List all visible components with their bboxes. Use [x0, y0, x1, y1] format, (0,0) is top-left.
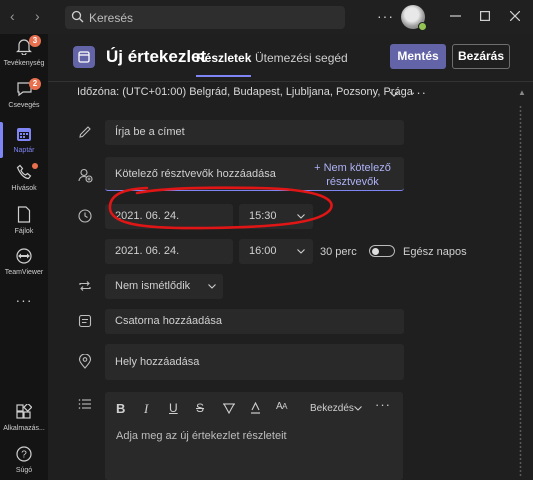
rail-item-label: Fájlok [14, 228, 34, 235]
required-attendees-input[interactable]: Kötelező résztvevők hozzáadása [115, 168, 276, 180]
scrollbar-track[interactable] [519, 106, 522, 476]
close-button[interactable]: Bezárás [452, 44, 510, 69]
rail-item-label: Naptár [13, 147, 35, 154]
save-button[interactable]: Mentés [390, 44, 446, 69]
start-time-value: 15:30 [249, 210, 277, 222]
optional-attendees-label-line1: + Nem kötelező [314, 162, 391, 174]
activity-badge: 3 [29, 35, 41, 47]
repeat-select[interactable]: Nem ismétlődik [105, 274, 223, 299]
tab-details[interactable]: Részletek [196, 51, 252, 77]
pencil-icon [79, 126, 91, 138]
rail-item-apps[interactable]: Alkalmazás... [0, 402, 48, 432]
highlight-icon[interactable] [223, 403, 235, 414]
location-input[interactable]: Hely hozzáadása [105, 344, 404, 380]
more-options-icon[interactable]: ··· [411, 85, 427, 100]
rail-more-apps[interactable]: ··· [0, 292, 48, 308]
rail-item-label: Tevékenység [3, 60, 45, 67]
presence-status-icon [418, 22, 427, 31]
clock-icon [78, 209, 92, 223]
title-placeholder: Írja be a címet [115, 126, 185, 138]
details-placeholder[interactable]: Adja meg az új értekezlet részleteit [116, 430, 287, 442]
optional-attendees-label-line2: résztvevők [326, 176, 379, 188]
underline-icon[interactable]: U [169, 401, 178, 415]
duration-label: 30 perc [320, 246, 357, 258]
minimize-icon[interactable] [450, 15, 461, 17]
channel-input[interactable]: Csatorna hozzáadása [105, 309, 404, 334]
search-box[interactable]: Keresés [65, 6, 345, 29]
svg-text:?: ? [21, 450, 27, 461]
scroll-up-icon[interactable]: ▲ [518, 88, 526, 97]
start-date-picker[interactable]: 2021. 06. 24. [105, 204, 233, 229]
back-arrow-icon[interactable]: ‹ [10, 8, 15, 24]
italic-icon[interactable]: I [144, 401, 148, 417]
forward-arrow-icon[interactable]: › [35, 8, 40, 24]
rail-item-label: Alkalmazás... [3, 425, 45, 432]
page-title: Új értekezlet [106, 47, 207, 66]
chevron-down-icon[interactable] [354, 406, 362, 411]
teamviewer-icon [16, 248, 32, 264]
end-time-select[interactable]: 16:00 [239, 239, 313, 264]
calendar-icon [17, 128, 31, 141]
end-date-value: 2021. 06. 24. [115, 245, 180, 257]
start-date-value: 2021. 06. 24. [115, 210, 180, 222]
header-divider [48, 81, 533, 82]
bold-icon[interactable]: B [116, 401, 125, 416]
font-size-icon[interactable]: AA [276, 401, 288, 412]
more-options-icon[interactable]: ··· [377, 8, 394, 24]
rail-item-files[interactable]: Fájlok [0, 206, 48, 235]
close-window-icon[interactable] [510, 11, 520, 21]
end-date-picker[interactable]: 2021. 06. 24. [105, 239, 233, 264]
rail-item-label: Súgó [15, 467, 33, 474]
end-time-value: 16:00 [249, 245, 277, 257]
app-rail: 3 Tevékenység 2 Csevegés Naptár Hívások … [0, 34, 48, 480]
rail-item-chat[interactable]: 2 Csevegés [0, 78, 48, 109]
chevron-down-icon[interactable] [389, 91, 399, 97]
strikethrough-icon[interactable]: S [196, 401, 204, 415]
more-formatting-icon[interactable]: ··· [375, 397, 391, 412]
location-icon [78, 354, 92, 369]
rail-item-calls[interactable]: Hívások [0, 163, 48, 192]
attendees-field[interactable]: Kötelező résztvevők hozzáadása + Nem köt… [105, 157, 404, 191]
list-icon [78, 399, 91, 409]
all-day-label: Egész napos [403, 246, 467, 258]
rail-item-label: Hívások [11, 185, 37, 192]
calls-notification-dot [32, 163, 38, 169]
channel-placeholder: Csatorna hozzáadása [115, 315, 223, 327]
search-icon [71, 10, 84, 23]
rail-item-label: Csevegés [8, 102, 40, 109]
apps-icon [16, 402, 33, 419]
paragraph-style-select[interactable]: Bekezdés [310, 403, 354, 414]
rail-item-label: TeamViewer [4, 269, 44, 276]
add-person-icon [78, 168, 93, 183]
chevron-down-icon [297, 214, 305, 219]
title-bar: ‹ › Keresés ··· [0, 0, 533, 34]
details-editor[interactable]: B I U S AA Bekezdés ··· Adja meg az új é… [105, 392, 403, 480]
meeting-editor: Új értekezlet Részletek Ütemezési segéd … [48, 34, 533, 480]
calendar-app-icon [73, 46, 95, 68]
title-input[interactable]: Írja be a címet [105, 120, 404, 145]
avatar[interactable] [401, 5, 427, 31]
start-time-select[interactable]: 15:30 [239, 204, 313, 229]
location-placeholder: Hely hozzáadása [115, 356, 200, 368]
rail-item-activity[interactable]: 3 Tevékenység [0, 35, 48, 67]
maximize-icon[interactable] [480, 11, 490, 21]
font-color-icon[interactable] [250, 402, 261, 414]
chevron-down-icon [297, 249, 305, 254]
timezone-selector[interactable]: Időzóna: (UTC+01:00) Belgrád, Budapest, … [77, 86, 413, 98]
chevron-down-icon [208, 284, 216, 289]
repeat-value: Nem ismétlődik [115, 280, 191, 292]
rail-item-calendar[interactable]: Naptár [0, 122, 48, 158]
channel-icon [78, 314, 92, 328]
repeat-icon [79, 281, 91, 291]
all-day-toggle[interactable] [369, 245, 395, 257]
phone-icon [16, 164, 32, 180]
rail-item-help[interactable]: ? Súgó [0, 446, 48, 474]
chat-badge: 2 [29, 78, 41, 90]
help-icon: ? [16, 446, 32, 462]
optional-attendees-link[interactable]: + Nem kötelező résztvevők [305, 161, 400, 189]
search-placeholder: Keresés [89, 11, 134, 25]
file-icon [17, 206, 31, 223]
tab-scheduling-assistant[interactable]: Ütemezési segéd [255, 51, 348, 65]
rail-item-teamviewer[interactable]: TeamViewer [0, 248, 48, 276]
